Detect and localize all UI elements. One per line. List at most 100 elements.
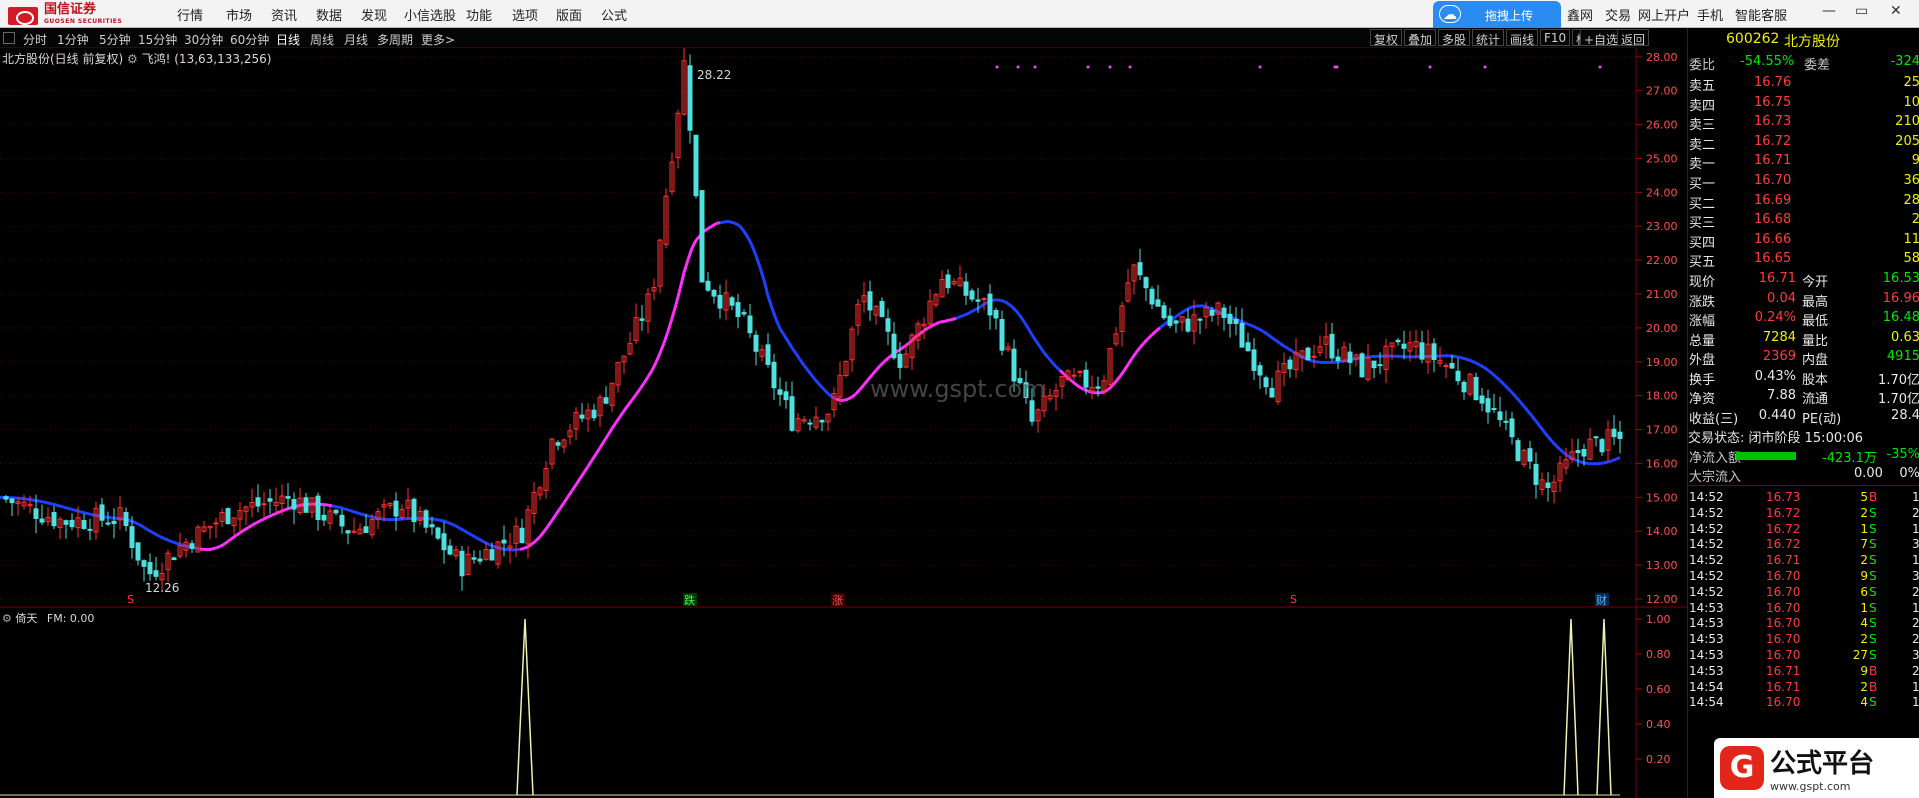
- tick-time: 14:52: [1689, 537, 1724, 552]
- ask-label: 卖五: [1689, 79, 1716, 94]
- candle-down: [1581, 448, 1587, 457]
- ma-segment-blue: [347, 508, 353, 513]
- ma-segment-blue: [499, 546, 505, 551]
- bid-price: 16.65: [1754, 251, 1792, 266]
- ma-segment-pink: [935, 320, 941, 326]
- ma-segment-blue: [43, 500, 49, 505]
- maximize-icon[interactable]: ▭: [1855, 3, 1868, 19]
- candle-down: [1305, 347, 1311, 361]
- price-tick-label: 25.00: [1646, 152, 1678, 165]
- quote-panel: 600262 北方股份 委比 -54.55% 委差 -324 交易状态: 闭市阶…: [1687, 28, 1919, 798]
- tick-side: S: [1869, 505, 1877, 520]
- candle-down: [1527, 448, 1533, 462]
- candle-down: [147, 562, 153, 575]
- gspt-badge: G 公式平台 www.gspt.com: [1714, 738, 1919, 798]
- ma-segment-pink: [558, 501, 566, 510]
- candle-down: [1419, 342, 1425, 360]
- ask-label: 卖三: [1689, 118, 1716, 133]
- price-tick-label: 22.00: [1646, 254, 1678, 267]
- ma-segment-pink: [658, 342, 666, 354]
- candle-down: [1599, 439, 1605, 453]
- tick-side: S: [1869, 553, 1877, 568]
- candle-down: [69, 519, 75, 528]
- tick-volume: 2: [1860, 632, 1868, 647]
- ma-segment-blue: [479, 538, 485, 544]
- candle-down: [255, 497, 261, 507]
- ma-segment-blue: [1271, 336, 1277, 342]
- ma-segment-pink: [674, 288, 682, 305]
- candle-down: [441, 533, 447, 551]
- kline-chart[interactable]: 28.00 27.00 26.00 25.00 24.00 23.00 22.00 21.00…: [0, 0, 1687, 798]
- ma-segment-pink: [1142, 337, 1150, 344]
- weibi-value: -54.55%: [1740, 54, 1795, 69]
- stat-value: 0.04: [1767, 290, 1796, 306]
- ind-tick-label: 0.40: [1646, 718, 1671, 731]
- minimize-icon[interactable]: —: [1822, 3, 1836, 19]
- ma-segment-blue: [435, 518, 441, 522]
- candle-down: [105, 522, 111, 525]
- net-inflow-row: 净流入额 -423.1万 -35%: [1688, 447, 1919, 466]
- tick-time: 14:52: [1689, 569, 1724, 583]
- stat-value: 16.48: [1882, 310, 1919, 325]
- ma-segment-blue: [487, 542, 493, 548]
- tick-time: 14:53: [1689, 616, 1724, 631]
- tick-time: 14:53: [1689, 600, 1724, 615]
- stat-label: PE(动): [1802, 411, 1842, 427]
- ma-segment-blue: [738, 225, 746, 233]
- candle-down: [1269, 387, 1275, 398]
- ma-segment-pink: [566, 489, 574, 498]
- tick-time: 14:54: [1689, 695, 1724, 710]
- signal-spike: [1563, 618, 1579, 796]
- ma-segment-pink: [219, 542, 225, 548]
- ma-segment-pink: [223, 540, 229, 546]
- close-icon[interactable]: ✕: [1890, 3, 1902, 19]
- candle-down: [519, 527, 525, 544]
- candle-up: [1443, 365, 1449, 368]
- ask-price: 16.72: [1754, 133, 1792, 149]
- stat-value: 0.24%: [1754, 310, 1796, 325]
- bid-row: 买二 16.69 28: [1688, 193, 1919, 212]
- ask-volume: 9: [1911, 153, 1919, 168]
- menu-item-service[interactable]: 智能客服: [1735, 5, 1787, 24]
- candle-down: [1473, 376, 1479, 401]
- tick-price: 16.70: [1766, 695, 1801, 710]
- ma-segment-blue: [731, 220, 737, 226]
- tick-volume: 4: [1860, 616, 1868, 631]
- ma-segment-blue: [827, 392, 833, 399]
- stat-value: 1.70亿: [1878, 372, 1919, 388]
- ma-segment-pink: [895, 348, 901, 354]
- tick-time: 14:52: [1689, 553, 1724, 568]
- ma-segment-blue: [371, 515, 377, 520]
- ma-segment-blue: [1498, 379, 1506, 386]
- candle-down: [429, 524, 435, 528]
- ma-segment-blue: [1451, 354, 1457, 359]
- ma-segment-blue: [1530, 415, 1538, 423]
- ma-segment-blue: [959, 313, 965, 319]
- candle-up: [981, 298, 987, 301]
- signal-dot: [1598, 65, 1602, 69]
- indicator-axis: 1.00 0.80 0.60 0.40 0.20: [1636, 613, 1671, 766]
- candle-down: [1503, 420, 1509, 423]
- menu-item-mobile[interactable]: 手机: [1697, 5, 1723, 24]
- tick-row: 14:52 16.73 5 B 1: [1688, 490, 1919, 505]
- ma-segment-blue: [1179, 309, 1185, 316]
- ma-segment-blue: [727, 219, 733, 224]
- watermark: www.gspt.com: [870, 375, 1046, 403]
- candle-down: [291, 499, 297, 510]
- gear-icon[interactable]: ⚙: [2, 612, 12, 625]
- stat-value: 4915: [1886, 349, 1919, 364]
- candle-down: [267, 498, 273, 502]
- ask-label: 卖二: [1689, 137, 1716, 153]
- gear-icon[interactable]: ⚙: [127, 52, 138, 66]
- ma-segment-blue: [31, 498, 37, 503]
- tick-volume: 4: [1860, 695, 1868, 710]
- ma-segment-pink: [923, 326, 929, 332]
- tick-row: 14:52 16.72 1 S 1: [1688, 522, 1919, 537]
- candle-down: [333, 509, 339, 514]
- ma-segment-blue: [1479, 363, 1485, 369]
- ma-segment-pink: [1138, 341, 1146, 349]
- candlesticks: [3, 47, 1623, 591]
- stat-row: 现价 16.71 今开 16.53: [1688, 271, 1919, 290]
- ma-segment-pink: [598, 440, 606, 449]
- bid-label: 买一: [1689, 177, 1716, 192]
